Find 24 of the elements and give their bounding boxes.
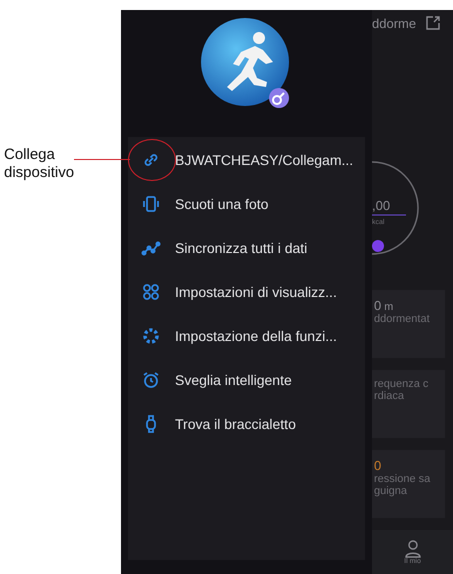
stat-value: 0 m xyxy=(374,298,394,313)
menu-item[interactable]: Scuoti una foto xyxy=(128,182,365,226)
menu-item[interactable]: Sincronizza tutti i dati xyxy=(128,226,365,270)
stat-label: ddormentat xyxy=(374,313,431,325)
menu-item[interactable]: BJWATCHEASY/Collegam... xyxy=(128,138,365,182)
leader-line xyxy=(74,159,130,160)
stat-label: requenza c xyxy=(374,378,430,390)
stat-label: rdiaca xyxy=(374,390,405,402)
stat-value: 0 xyxy=(374,458,382,473)
stat-label: ressione sa xyxy=(374,473,432,485)
phone-vibrate-icon xyxy=(141,194,161,214)
share-icon[interactable] xyxy=(426,16,440,30)
alarm-clock-icon xyxy=(141,370,161,390)
settings-icon xyxy=(141,326,161,346)
header-title: ddorme xyxy=(372,16,416,31)
annotation-label: Collega dispositivo xyxy=(4,146,76,182)
grid-icon xyxy=(141,282,161,302)
person-icon xyxy=(404,540,420,558)
menu-item[interactable]: Sveglia intelligente xyxy=(128,358,365,402)
menu-item[interactable]: Impostazioni di visualizz... xyxy=(128,270,365,314)
ring-value: ,00 xyxy=(372,198,392,213)
menu-item[interactable]: Trova il braccialetto xyxy=(128,402,365,446)
stat-label: guigna xyxy=(374,485,408,497)
menu-item[interactable]: Impostazione della funzi... xyxy=(128,314,365,358)
